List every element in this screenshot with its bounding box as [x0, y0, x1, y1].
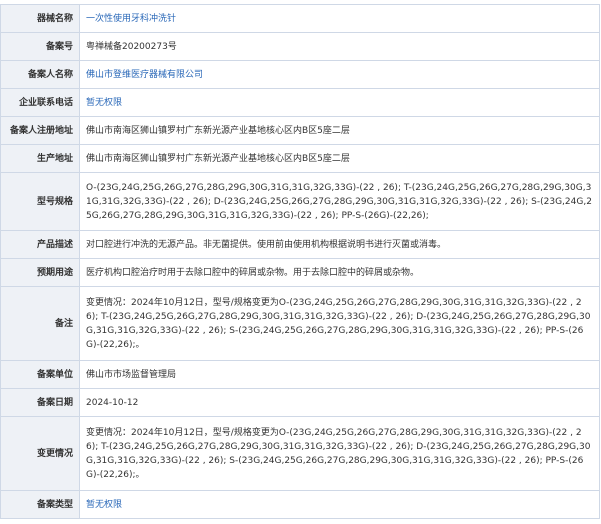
model-spec-label: 型号规格 — [0, 172, 80, 231]
filing-type-label: 备案类型 — [0, 490, 80, 519]
company-phone-label: 企业联系电话 — [0, 88, 80, 117]
record-detail-table: 器械名称 一次性使用牙科冲洗针 备案号 粤禅械备20200273号 备案人名称 … — [0, 4, 600, 519]
intended-use-label: 预期用途 — [0, 258, 80, 287]
row-filing-authority: 备案单位 佛山市市场监督管理局 — [0, 360, 600, 389]
remarks-value: 变更情况：2024年10月12日，型号/规格变更为O-(23G,24G,25G,… — [79, 286, 600, 361]
intended-use-value: 医疗机构口腔治疗时用于去除口腔中的碎屑或杂物。用于去除口腔中的碎屑或杂物。 — [79, 258, 600, 287]
record-number-value: 粤禅械备20200273号 — [79, 32, 600, 61]
row-remarks: 备注 变更情况：2024年10月12日，型号/规格变更为O-(23G,24G,2… — [0, 286, 600, 361]
registered-address-value: 佛山市南海区狮山镇罗村广东新光源产业基地核心区内B区5座二层 — [79, 116, 600, 145]
row-filing-date: 备案日期 2024-10-12 — [0, 388, 600, 417]
product-description-value: 对口腔进行冲洗的无源产品。非无菌提供。使用前由使用机构根据说明书进行灭菌或消毒。 — [79, 230, 600, 259]
row-record-number: 备案号 粤禅械备20200273号 — [0, 32, 600, 61]
row-model-spec: 型号规格 O-(23G,24G,25G,26G,27G,28G,29G,30G,… — [0, 172, 600, 231]
production-address-value: 佛山市南海区狮山镇罗村广东新光源产业基地核心区内B区5座二层 — [79, 144, 600, 173]
device-name-label: 器械名称 — [0, 4, 80, 33]
row-change-history: 变更情况 变更情况：2024年10月12日，型号/规格变更为O-(23G,24G… — [0, 416, 600, 491]
filer-name-label: 备案人名称 — [0, 60, 80, 89]
filing-date-label: 备案日期 — [0, 388, 80, 417]
row-product-description: 产品描述 对口腔进行冲洗的无源产品。非无菌提供。使用前由使用机构根据说明书进行灭… — [0, 230, 600, 259]
filing-authority-value: 佛山市市场监督管理局 — [79, 360, 600, 389]
row-filing-type: 备案类型 暂无权限 — [0, 490, 600, 519]
filing-date-value: 2024-10-12 — [79, 388, 600, 417]
record-number-label: 备案号 — [0, 32, 80, 61]
change-history-value: 变更情况：2024年10月12日，型号/规格变更为O-(23G,24G,25G,… — [79, 416, 600, 491]
filer-name-link[interactable]: 佛山市登维医疗器械有限公司 — [79, 60, 600, 89]
registered-address-label: 备案人注册地址 — [0, 116, 80, 145]
model-spec-value: O-(23G,24G,25G,26G,27G,28G,29G,30G,31G,3… — [79, 172, 600, 231]
company-phone-value[interactable]: 暂无权限 — [79, 88, 600, 117]
row-company-phone: 企业联系电话 暂无权限 — [0, 88, 600, 117]
row-intended-use: 预期用途 医疗机构口腔治疗时用于去除口腔中的碎屑或杂物。用于去除口腔中的碎屑或杂… — [0, 258, 600, 287]
filing-type-value[interactable]: 暂无权限 — [79, 490, 600, 519]
production-address-label: 生产地址 — [0, 144, 80, 173]
remarks-label: 备注 — [0, 286, 80, 361]
row-filer-name: 备案人名称 佛山市登维医疗器械有限公司 — [0, 60, 600, 89]
filing-authority-label: 备案单位 — [0, 360, 80, 389]
row-device-name: 器械名称 一次性使用牙科冲洗针 — [0, 4, 600, 33]
change-history-label: 变更情况 — [0, 416, 80, 491]
row-production-address: 生产地址 佛山市南海区狮山镇罗村广东新光源产业基地核心区内B区5座二层 — [0, 144, 600, 173]
device-name-value[interactable]: 一次性使用牙科冲洗针 — [79, 4, 600, 33]
product-description-label: 产品描述 — [0, 230, 80, 259]
row-registered-address: 备案人注册地址 佛山市南海区狮山镇罗村广东新光源产业基地核心区内B区5座二层 — [0, 116, 600, 145]
